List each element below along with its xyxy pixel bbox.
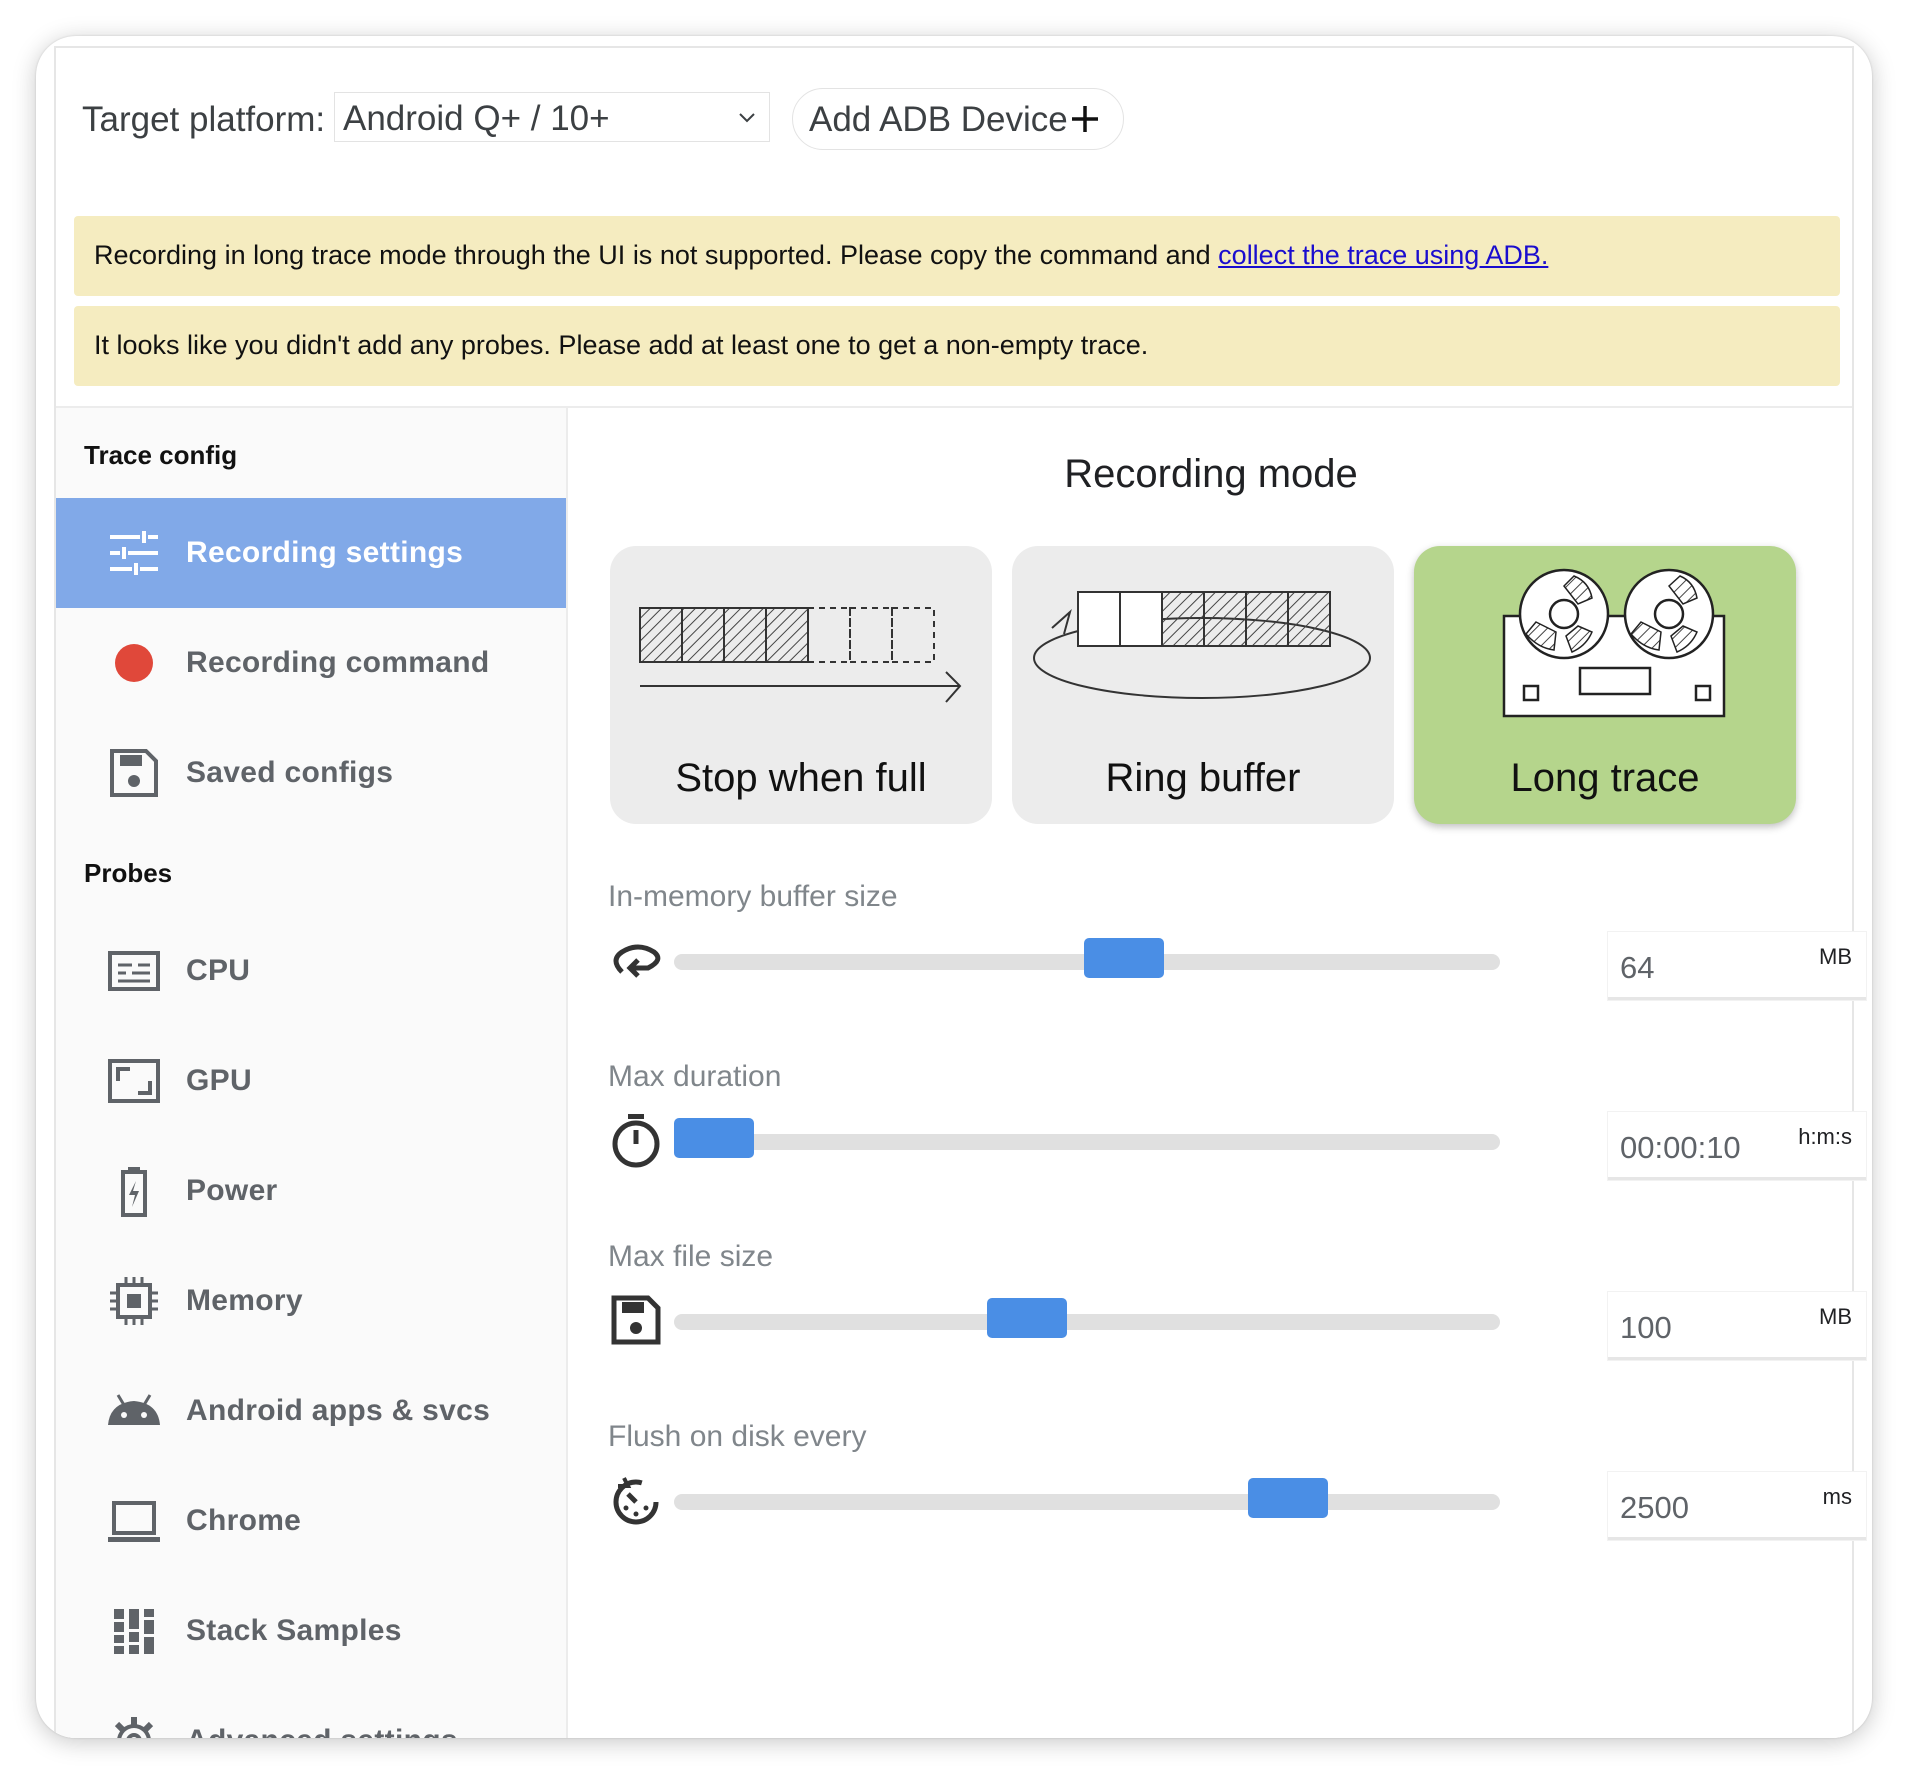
buffer-size-value: 64 bbox=[1620, 950, 1655, 985]
max-duration-value: 00:00:10 bbox=[1620, 1130, 1741, 1165]
sidebar-item-label: Chrome bbox=[186, 1504, 302, 1537]
max-file-size-input[interactable]: 100 MB bbox=[1608, 1292, 1866, 1360]
sidebar-item-gpu[interactable]: GPU bbox=[56, 1026, 566, 1136]
tune-icon bbox=[110, 531, 158, 575]
max-duration-input[interactable]: 00:00:10 h:m:s bbox=[1608, 1112, 1866, 1180]
sidebar-item-chrome[interactable]: Chrome bbox=[56, 1466, 566, 1576]
mode-label: Long trace bbox=[1510, 756, 1700, 800]
sidebar-item-saved-configs[interactable]: Saved configs bbox=[56, 718, 566, 828]
sidebar-item-label: CPU bbox=[186, 954, 251, 987]
flush-interval-value: 2500 bbox=[1620, 1490, 1689, 1525]
sidebar-item-power[interactable]: Power bbox=[56, 1136, 566, 1246]
app-frame: Target platform: Android Q+ / 10+ Add AD… bbox=[36, 36, 1872, 1738]
record-dot-icon bbox=[115, 644, 153, 682]
plus-icon bbox=[1072, 106, 1098, 132]
loop-icon bbox=[613, 944, 661, 978]
buffer-size-input[interactable]: 64 MB bbox=[1608, 932, 1866, 1000]
recording-page: Target platform: Android Q+ / 10+ Add AD… bbox=[54, 46, 1866, 1738]
stack-samples-icon bbox=[114, 1609, 154, 1654]
long-trace-warning-text: Recording in long trace mode through the… bbox=[94, 240, 1219, 270]
mode-stop-when-full[interactable]: Stop when full bbox=[610, 546, 992, 824]
sidebar-item-label: Advanced settings bbox=[186, 1724, 458, 1738]
sidebar-item-label: GPU bbox=[186, 1064, 252, 1097]
max-file-size-slider-thumb[interactable] bbox=[987, 1298, 1067, 1338]
max-file-size-value: 100 bbox=[1620, 1310, 1672, 1345]
flush-timer-icon bbox=[613, 1477, 659, 1525]
mode-label: Ring buffer bbox=[1105, 756, 1301, 800]
max-file-size-slider[interactable] bbox=[674, 1298, 1500, 1338]
buffer-size-label: In-memory buffer size bbox=[608, 880, 898, 913]
sidebar-item-label: Memory bbox=[186, 1284, 303, 1317]
sidebar: Trace config Recording settings Recordin… bbox=[56, 408, 568, 1738]
buffer-size-unit: MB bbox=[1819, 944, 1852, 969]
flush-interval-slider-thumb[interactable] bbox=[1248, 1478, 1328, 1518]
mode-long-trace[interactable]: Long trace bbox=[1414, 546, 1796, 824]
sidebar-item-label: Power bbox=[186, 1174, 278, 1207]
battery-icon bbox=[121, 1167, 147, 1217]
max-duration-unit: h:m:s bbox=[1798, 1124, 1852, 1149]
timer-icon bbox=[612, 1114, 660, 1168]
sidebar-item-android-apps[interactable]: Android apps & svcs bbox=[56, 1356, 566, 1466]
android-icon bbox=[108, 1394, 160, 1425]
main-panel: Recording mode Stop when full Ring buffe… bbox=[568, 408, 1866, 1738]
max-file-size-unit: MB bbox=[1819, 1304, 1852, 1329]
max-file-size-label: Max file size bbox=[608, 1240, 774, 1273]
flush-interval-unit: ms bbox=[1822, 1484, 1852, 1509]
sidebar-item-label: Android apps & svcs bbox=[186, 1394, 491, 1427]
sidebar-item-label: Recording settings bbox=[186, 536, 464, 569]
flush-interval-input[interactable]: 2500 ms bbox=[1608, 1472, 1866, 1540]
recording-mode-title: Recording mode bbox=[1064, 452, 1358, 496]
sidebar-item-cpu[interactable]: CPU bbox=[56, 916, 566, 1026]
target-platform-value: Android Q+ / 10+ bbox=[343, 99, 610, 138]
sidebar-item-stack-samples[interactable]: Stack Samples bbox=[56, 1576, 566, 1686]
save-icon bbox=[611, 1295, 661, 1345]
gear-icon bbox=[110, 1717, 158, 1738]
max-duration-slider-thumb[interactable] bbox=[674, 1118, 754, 1158]
max-duration-slider[interactable] bbox=[674, 1118, 1500, 1158]
flush-interval-label: Flush on disk every bbox=[608, 1420, 867, 1453]
sidebar-item-advanced-settings[interactable]: Advanced settings bbox=[56, 1686, 566, 1738]
mode-ring-buffer[interactable]: Ring buffer bbox=[1012, 546, 1394, 824]
probes-title: Probes bbox=[84, 858, 173, 888]
long-trace-warning-banner: Recording in long trace mode through the… bbox=[74, 216, 1840, 296]
max-duration-label: Max duration bbox=[608, 1060, 782, 1093]
collect-trace-adb-link[interactable]: collect the trace using ADB. bbox=[1218, 240, 1548, 270]
memory-chip-icon bbox=[110, 1277, 158, 1325]
sidebar-item-memory[interactable]: Memory bbox=[56, 1246, 566, 1356]
sidebar-item-label: Stack Samples bbox=[186, 1614, 402, 1647]
add-adb-device-label: Add ADB Device bbox=[809, 100, 1068, 139]
chevron-down-icon bbox=[739, 113, 755, 123]
gpu-icon bbox=[108, 1059, 160, 1103]
header: Target platform: Android Q+ / 10+ Add AD… bbox=[56, 48, 1852, 208]
target-platform-label: Target platform: bbox=[82, 100, 326, 139]
cpu-icon bbox=[108, 951, 160, 991]
add-adb-device-button[interactable]: Add ADB Device bbox=[792, 88, 1124, 150]
buffer-size-slider-thumb[interactable] bbox=[1084, 938, 1164, 978]
sidebar-item-recording-command[interactable]: Recording command bbox=[56, 608, 566, 718]
sidebar-item-label: Recording command bbox=[186, 646, 490, 679]
target-platform-select[interactable]: Android Q+ / 10+ bbox=[334, 92, 770, 142]
no-probes-warning-text: It looks like you didn't add any probes.… bbox=[94, 330, 1149, 360]
sidebar-item-label: Saved configs bbox=[186, 756, 394, 789]
trace-config-title: Trace config bbox=[84, 440, 238, 470]
save-icon bbox=[110, 749, 158, 797]
sidebar-item-recording-settings[interactable]: Recording settings bbox=[56, 498, 566, 608]
flush-interval-slider[interactable] bbox=[674, 1478, 1500, 1518]
no-probes-warning-banner: It looks like you didn't add any probes.… bbox=[74, 306, 1840, 386]
mode-label: Stop when full bbox=[675, 756, 927, 800]
laptop-icon bbox=[108, 1501, 160, 1542]
buffer-size-slider[interactable] bbox=[674, 938, 1500, 978]
